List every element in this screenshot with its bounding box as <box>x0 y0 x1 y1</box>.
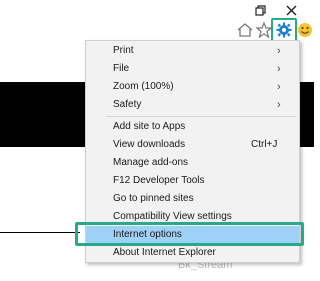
gear-icon <box>276 22 292 38</box>
menu-item-safety[interactable]: Safety › <box>86 96 299 114</box>
menu-item-label: View downloads <box>113 139 186 150</box>
menu-item-label: Manage add-ons <box>113 157 189 168</box>
feedback-button[interactable] <box>296 21 314 39</box>
chevron-right-icon: › <box>277 99 281 111</box>
menu-item-label: File <box>113 63 130 74</box>
menu-item-zoom[interactable]: Zoom (100%) › <box>86 78 299 96</box>
chevron-right-icon: › <box>277 45 281 57</box>
chevron-right-icon: › <box>277 81 281 93</box>
page-divider <box>0 232 80 233</box>
menu-item-label: Safety <box>113 99 142 110</box>
menu-item-label: About Internet Explorer <box>113 247 216 258</box>
highlight-outline <box>75 222 304 246</box>
menu-item-shortcut: Ctrl+J <box>251 139 278 150</box>
menu-item-label: Print <box>113 45 134 56</box>
tools-button[interactable] <box>271 18 297 42</box>
home-icon <box>237 23 253 37</box>
menu-item-label: Add site to Apps <box>113 121 186 132</box>
home-button[interactable] <box>236 21 254 39</box>
menu-item-manage-add-ons[interactable]: Manage add-ons <box>86 154 299 172</box>
restore-icon <box>255 5 266 16</box>
restore-button[interactable] <box>249 2 271 20</box>
menu-item-about-internet-explorer[interactable]: About Internet Explorer <box>86 244 299 262</box>
chevron-right-icon: › <box>277 63 281 75</box>
menu-item-label: Go to pinned sites <box>113 193 194 204</box>
menu-item-add-site-to-apps[interactable]: Add site to Apps <box>86 118 299 136</box>
menu-separator <box>106 116 296 117</box>
menu-item-print[interactable]: Print › <box>86 42 299 60</box>
menu-item-go-to-pinned-sites[interactable]: Go to pinned sites <box>86 190 299 208</box>
menu-item-file[interactable]: File › <box>86 60 299 78</box>
menu-item-view-downloads[interactable]: View downloads Ctrl+J <box>86 136 299 154</box>
smiley-icon <box>298 23 312 37</box>
menu-item-f12-developer-tools[interactable]: F12 Developer Tools <box>86 172 299 190</box>
menu-item-label: F12 Developer Tools <box>113 175 205 186</box>
menu-item-label: Zoom (100%) <box>113 81 174 92</box>
